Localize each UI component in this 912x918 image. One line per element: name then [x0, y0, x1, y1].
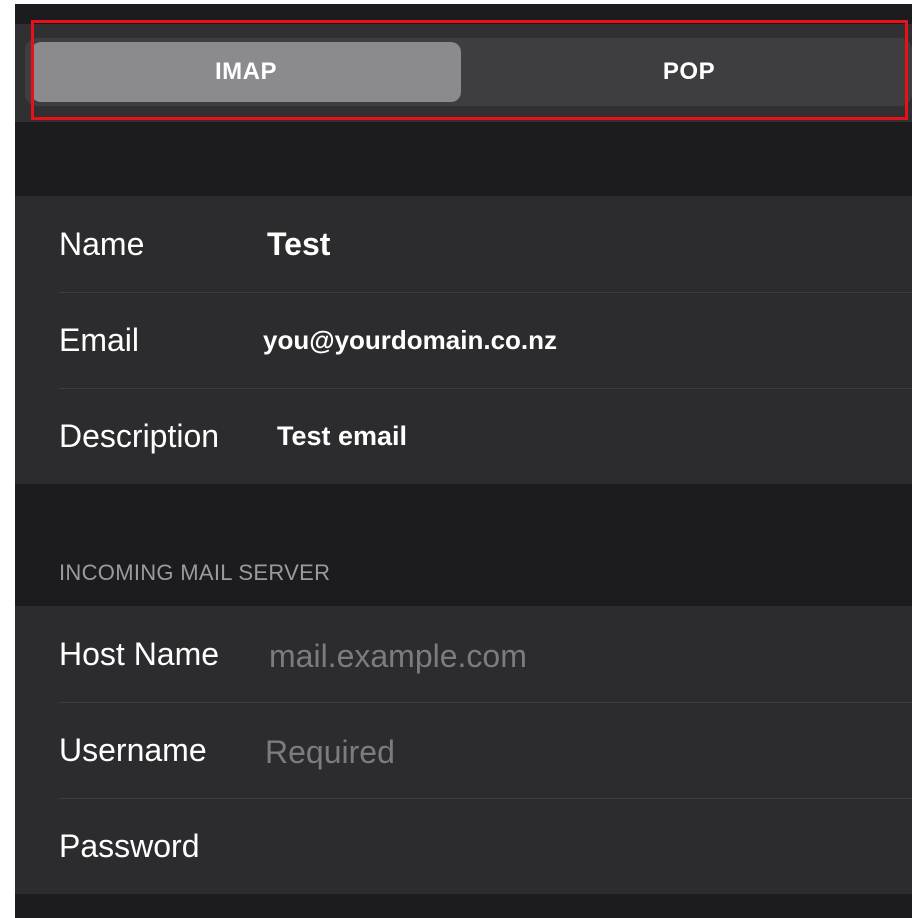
name-row[interactable]: Name Test	[15, 196, 912, 292]
name-field[interactable]: Test	[267, 226, 330, 263]
name-label: Name	[59, 225, 145, 262]
segment-imap[interactable]: IMAP	[31, 42, 461, 102]
account-info-group: Name Test Email you@yourdomain.co.nz Des…	[15, 196, 912, 484]
mail-account-settings-screen: IMAP POP Name Test Email you@yourdomain.…	[15, 4, 912, 918]
segment-pop[interactable]: POP	[471, 42, 907, 102]
host-name-input[interactable]	[269, 634, 869, 678]
host-name-row[interactable]: Host Name	[15, 606, 912, 702]
username-label: Username	[59, 731, 207, 768]
email-row[interactable]: Email you@yourdomain.co.nz	[15, 292, 912, 388]
host-name-label: Host Name	[59, 635, 220, 672]
password-row[interactable]: Password	[15, 798, 912, 894]
password-input[interactable]	[265, 826, 865, 870]
email-field[interactable]: you@yourdomain.co.nz	[263, 325, 557, 356]
incoming-server-group: Host Name Username Password	[15, 606, 912, 894]
account-type-segmented-control: IMAP POP	[25, 38, 912, 106]
email-label: Email	[59, 321, 140, 358]
password-label: Password	[59, 827, 200, 864]
description-field[interactable]: Test email	[277, 421, 407, 452]
description-row[interactable]: Description Test email	[15, 388, 912, 484]
username-row[interactable]: Username	[15, 702, 912, 798]
description-label: Description	[59, 417, 220, 454]
top-strip	[15, 4, 912, 24]
incoming-mail-server-header: INCOMING MAIL SERVER	[59, 560, 331, 585]
username-input[interactable]	[265, 730, 865, 774]
segment-band: IMAP POP	[15, 4, 912, 122]
